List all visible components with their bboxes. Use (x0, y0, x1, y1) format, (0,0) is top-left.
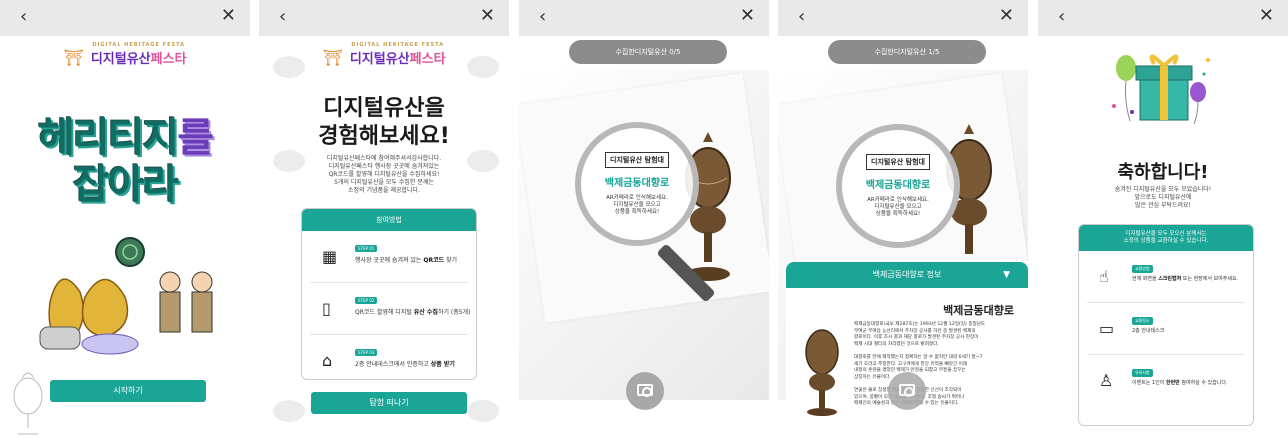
screen-ar-camera: ‹ ✕ 수집한디지털유산 0/5 디지털유산 탐험대 백제금동대향로 AR카메라… (519, 0, 769, 438)
page-heading: 디지털유산을 경험해보세요! (318, 96, 450, 149)
close-icon[interactable]: ✕ (221, 7, 236, 25)
close-icon[interactable]: ✕ (1259, 7, 1274, 25)
congrats-description: 숨겨진 디지털유산을 모두 모았습니다! 앞으로도 디지털유산에 많은 관심 부… (1114, 186, 1212, 209)
decor-pattern (467, 150, 499, 172)
top-bar: ‹ ✕ (519, 0, 769, 36)
artifact-info-panel: 백제금동대향로 정보 ▼ 백제금동대향로 백제금동대향로(국보 제287호)는 … (786, 262, 1028, 438)
phone-scan-icon: ▯ (322, 299, 331, 318)
lens-instructions: AR카메라로 인식해보세요. 디지털유산을 모으고 상품을 획득하세요! (867, 197, 929, 217)
close-icon[interactable]: ✕ (999, 7, 1014, 25)
back-icon[interactable]: ‹ (539, 8, 546, 26)
reward-step-item: ♙ 유의사항 이벤트는 1인이 한번만 참여하실 수 있습니다. (1087, 355, 1245, 407)
lens-tag: 디지털유산 탐험대 (605, 152, 669, 168)
back-icon[interactable]: ‹ (798, 8, 805, 26)
artifact-thumbnail (805, 329, 839, 416)
close-icon[interactable]: ✕ (480, 7, 495, 25)
reward-step-item: ☝ 교환방법 현재 화면을 스크린캡처 또는 현장에서 보여주세요. (1087, 251, 1245, 303)
gift-illustration (1112, 54, 1210, 125)
step-item: ⌂ STEP 03 2층 안내데스크에서 인증하고 상품 받기 (310, 335, 468, 379)
chevron-down-icon[interactable]: ▼ (1003, 262, 1010, 288)
lens-instructions: AR카메라로 인식해보세요. 디지털유산을 모으고 상품을 획득하세요! (606, 195, 668, 215)
step-badge: STEP 02 (355, 297, 378, 304)
step-badge: STEP 01 (355, 245, 378, 252)
phone-tap-icon: ☝ (1099, 267, 1109, 286)
top-bar: ‹ ✕ (778, 0, 1028, 36)
lens-tag: 디지털유산 탐험대 (866, 154, 930, 170)
step-text: QR코드 촬영해 디지털 유산 수집하기 (총5개) (355, 309, 471, 316)
participation-card: 참여방법 ▦ STEP 01 행사장 곳곳에 숨겨져 있는 QR코드 찾기 ▯ … (301, 208, 477, 380)
screen-complete: ‹ ✕ 축하합니다! 숨겨진 디지털유산을 모두 모았습니다! 앞으로도 디지털… (1038, 0, 1288, 438)
heritage-illustration (39, 237, 213, 355)
reward-step-item: ▭ 교환장소 2층 안내데스크 (1087, 303, 1245, 355)
gift-icon: ⌂ (322, 351, 333, 370)
top-bar: ‹ ✕ (0, 0, 250, 36)
close-icon[interactable]: ✕ (740, 7, 755, 25)
camera-shutter-button[interactable] (626, 372, 664, 410)
title-line-2: 잡아라 (72, 162, 179, 208)
card-title: 디지털유산을 모두 모으신 분께서는 소정의 상품을 교환하실 수 있습니다. (1079, 225, 1253, 251)
camera-icon (637, 384, 653, 397)
screen-artifact-info: ‹ ✕ 수집한디지털유산 1/5 디지털유산 탐험대 백제금동대향로 AR카메라… (778, 0, 1028, 438)
step-item: ▯ STEP 02 QR코드 촬영해 디지털 유산 수집하기 (총5개) (310, 283, 471, 335)
camera-shutter-button[interactable] (888, 372, 926, 410)
intro-description: 디지털유산페스타에 참여해주셔서감사합니다. 디지털유산페스타 행사장 곳곳에 … (326, 155, 442, 194)
step-badge: 교환방법 (1132, 265, 1153, 273)
reward-card: 디지털유산을 모두 모으신 분께서는 소정의 상품을 교환하실 수 있습니다. … (1078, 224, 1254, 426)
explore-button[interactable]: 탐험 떠나기 (311, 392, 467, 414)
back-icon[interactable]: ‹ (1058, 8, 1065, 26)
panel-header[interactable]: 백제금동대향로 정보 ▼ (786, 262, 1028, 288)
step-text: 행사장 곳곳에 숨겨져 있는 QR코드 찾기 (355, 257, 458, 264)
panel-body: 백제금동대향로(국보 제287호)는 1993년 12월 12일(일) 충청남도… (854, 322, 986, 407)
qr-code-icon: ▦ (322, 247, 338, 266)
card-title: 참여방법 (302, 209, 476, 231)
festa-logo: ⛩ DIGITAL HERITAGE FESTA 디지털유산페스타 (63, 42, 187, 67)
screen-guide: ‹ ✕ ⛩ DIGITAL HERITAGE FESTA 디지털유산페스타 디지털… (259, 0, 509, 438)
step-text: 현재 화면을 스크린캡처 또는 현장에서 보여주세요. (1132, 276, 1239, 282)
back-icon[interactable]: ‹ (279, 8, 286, 26)
desk-icon: ▭ (1099, 319, 1115, 338)
step-text: 이벤트는 1인이 한번만 참여하실 수 있습니다. (1132, 380, 1228, 386)
incense-burner-sketch (13, 372, 43, 435)
back-icon[interactable]: ‹ (20, 8, 27, 26)
top-bar: ‹ ✕ (259, 0, 509, 36)
panel-title: 백제금동대향로 (943, 304, 1014, 317)
decor-pattern (467, 400, 499, 422)
decor-pattern (273, 400, 305, 422)
step-text: 2층 안내데스크 (1132, 328, 1165, 334)
step-item: ▦ STEP 01 행사장 곳곳에 숨겨져 있는 QR코드 찾기 (310, 231, 468, 283)
step-text: 2층 안내데스크에서 인증하고 상품 받기 (355, 361, 455, 368)
palace-gate-icon: ⛩ (322, 48, 343, 67)
user-warning-icon: ♙ (1099, 371, 1114, 390)
palace-gate-icon: ⛩ (63, 48, 84, 67)
start-button[interactable]: 시작하기 (50, 380, 206, 402)
festa-logo: ⛩ DIGITAL HERITAGE FESTA 디지털유산페스타 (322, 42, 446, 67)
collection-counter: 수집한디지털유산 0/5 (569, 40, 727, 64)
step-badge: STEP 03 (355, 349, 378, 356)
step-badge: 교환장소 (1132, 317, 1153, 325)
screen-intro: ‹ ✕ ⛩ DIGITAL HERITAGE FESTA 디지털유산페스타 헤리티… (0, 0, 250, 438)
page-heading: 축하합니다! (1117, 162, 1209, 183)
step-badge: 유의사항 (1132, 369, 1153, 377)
collection-counter: 수집한디지털유산 1/5 (828, 40, 986, 64)
camera-icon (899, 384, 915, 397)
artifact-name: 백제금동대향로 (865, 180, 931, 191)
magnifier-lens: 디지털유산 탐험대 백제금동대향로 AR카메라로 인식해보세요. 디지털유산을 … (836, 124, 960, 248)
magnifier-lens: 디지털유산 탐험대 백제금동대향로 AR카메라로 인식해보세요. 디지털유산을 … (575, 122, 699, 246)
artifact-name: 백제금동대향로 (604, 178, 670, 189)
top-bar: ‹ ✕ (1038, 0, 1288, 36)
